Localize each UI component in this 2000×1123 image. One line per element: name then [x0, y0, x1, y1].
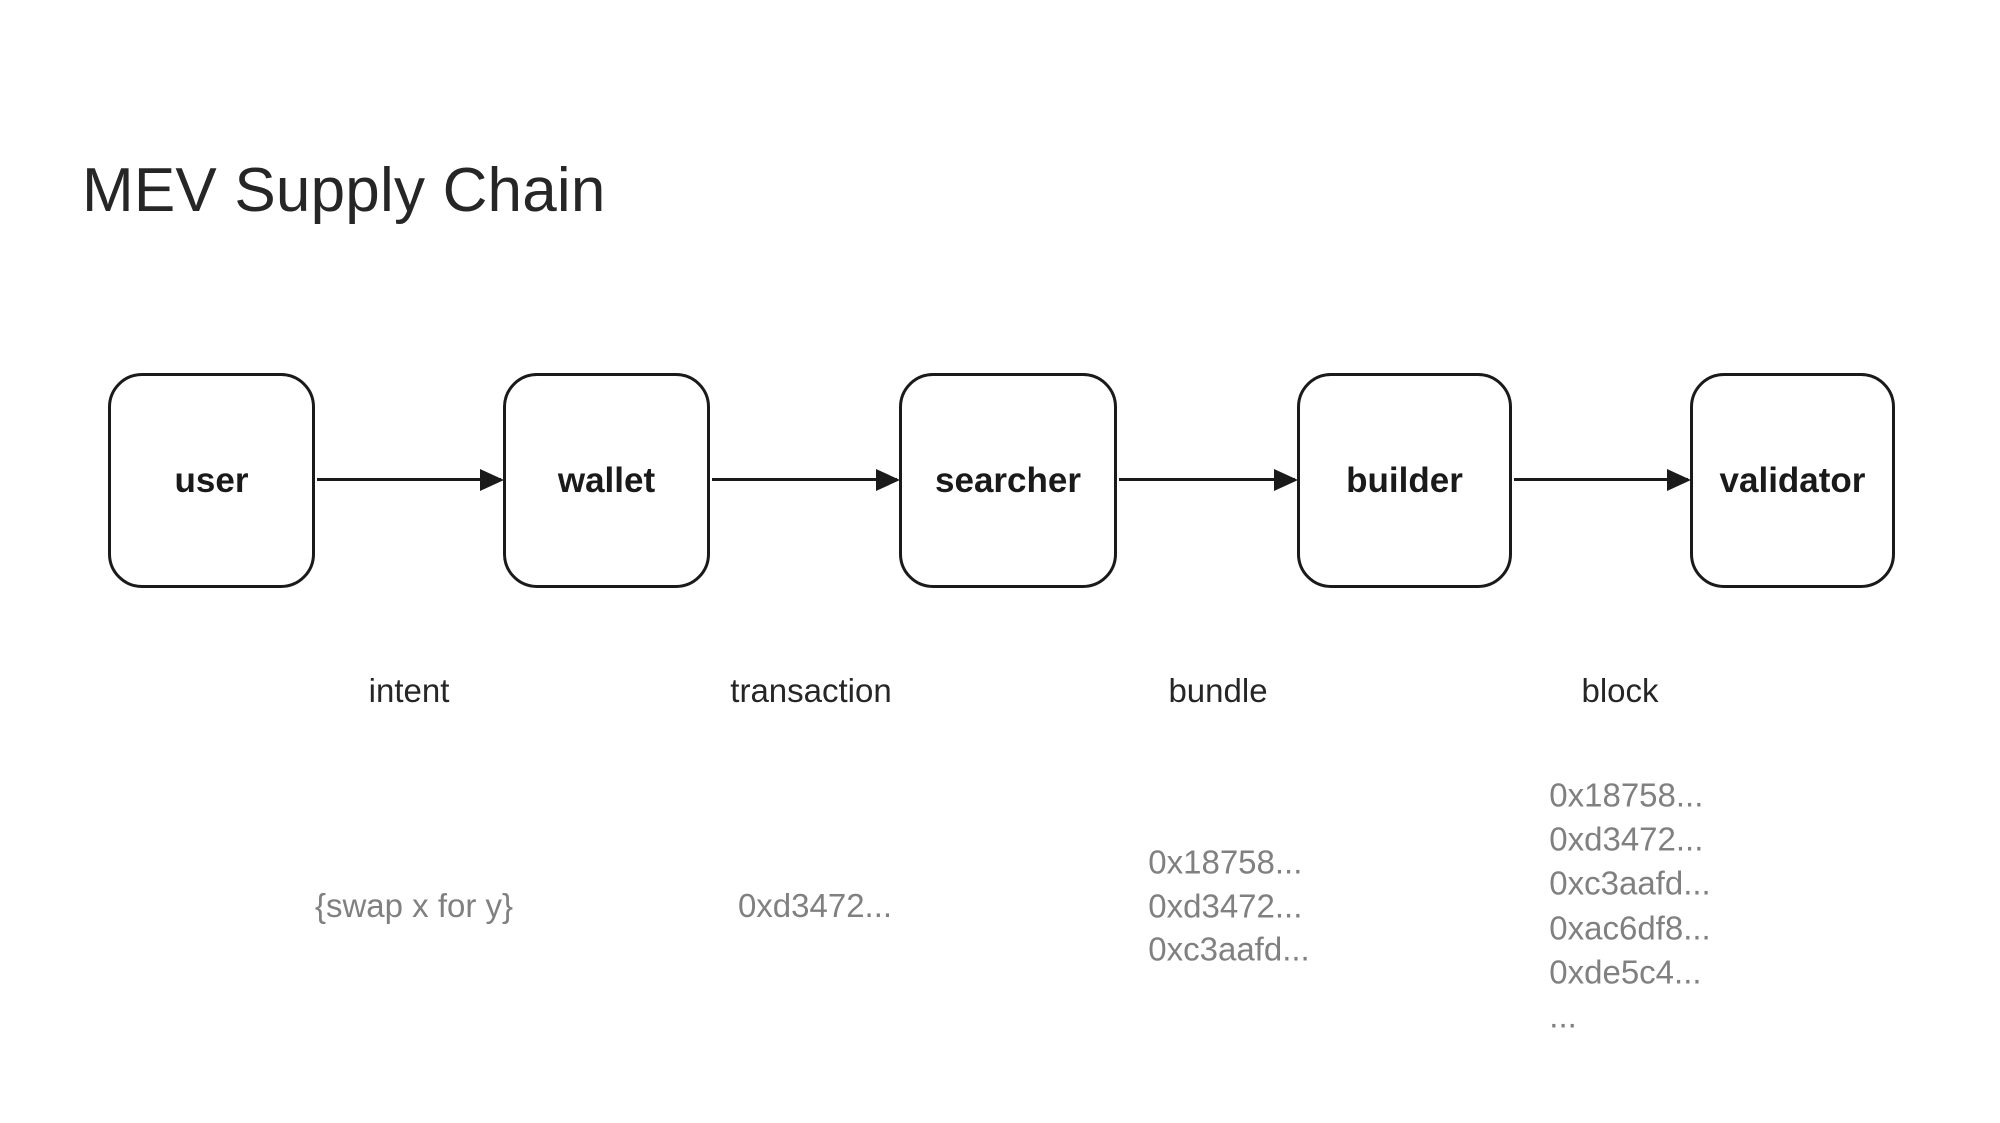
payload-line: 0xac6df8... — [1549, 909, 1711, 946]
payload-line: 0xd3472... — [1148, 887, 1303, 925]
node-builder[interactable]: builder — [1297, 373, 1512, 588]
node-searcher[interactable]: searcher — [899, 373, 1117, 588]
payload-line: 0xc3aafd... — [1549, 864, 1711, 902]
node-label: wallet — [557, 461, 656, 500]
payload-line: 0xd3472... — [737, 887, 893, 925]
node-label: user — [174, 461, 249, 500]
arrow-builder-to-validator — [1514, 478, 1688, 481]
edge-label-block: block — [1581, 672, 1659, 709]
edge-label-transaction: transaction — [730, 672, 892, 709]
node-label: validator — [1719, 461, 1866, 500]
payload-line: 0x18758... — [1148, 843, 1303, 881]
payload-line: 0xc3aafd... — [1148, 930, 1310, 968]
arrow-searcher-to-builder — [1119, 478, 1295, 481]
arrow-wallet-to-searcher — [712, 478, 897, 481]
edge-label-bundle: bundle — [1168, 672, 1268, 709]
node-label: searcher — [935, 461, 1081, 500]
payload-bundle: 0x18758... 0xd3472... 0xc3aafd... — [1148, 841, 1309, 972]
node-user[interactable]: user — [108, 373, 315, 588]
edge-label-intent: intent — [368, 672, 450, 709]
arrow-user-to-wallet — [317, 478, 501, 481]
node-validator[interactable]: validator — [1690, 373, 1895, 588]
node-wallet[interactable]: wallet — [503, 373, 710, 588]
payload-transaction: 0xd3472... — [738, 884, 892, 928]
mev-supply-chain-diagram: user wallet searcher builder validator i… — [0, 0, 2000, 1123]
node-label: builder — [1346, 461, 1463, 500]
payload-block: 0x18758... 0xd3472... 0xc3aafd... 0xac6d… — [1549, 773, 1710, 1038]
payload-line: {swap x for y} — [314, 887, 514, 925]
payload-line: 0x18758... — [1549, 776, 1704, 814]
payload-line: 0xde5c4... — [1549, 953, 1702, 991]
payload-line: ... — [1549, 997, 1577, 1035]
payload-line: 0xd3472... — [1549, 820, 1704, 858]
payload-intent: {swap x for y} — [315, 884, 513, 928]
